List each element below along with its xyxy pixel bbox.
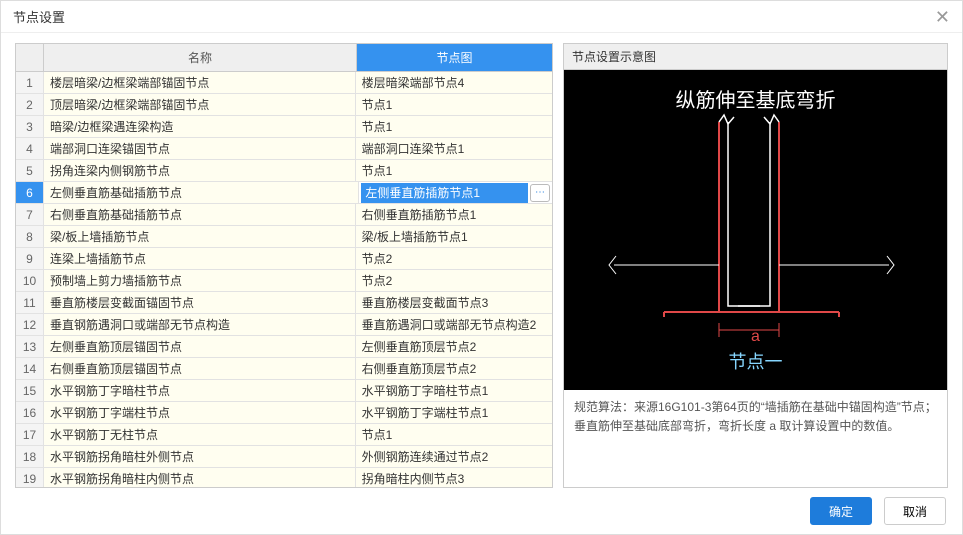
row-num: 16 bbox=[16, 402, 44, 423]
row-figure[interactable]: 节点1 bbox=[356, 94, 552, 115]
preview-canvas: 纵筋伸至基底弯折 a 节点一 bbox=[564, 70, 947, 390]
row-num: 4 bbox=[16, 138, 44, 159]
row-num: 18 bbox=[16, 446, 44, 467]
row-figure[interactable]: 右侧垂直筋顶层节点2 bbox=[356, 358, 552, 379]
row-name: 水平钢筋丁字暗柱节点 bbox=[44, 380, 356, 401]
row-name: 水平钢筋丁无柱节点 bbox=[44, 424, 356, 445]
row-figure[interactable]: 节点1 bbox=[356, 116, 552, 137]
table-row[interactable]: 9连梁上墙插筋节点节点2 bbox=[16, 248, 552, 270]
row-num: 7 bbox=[16, 204, 44, 225]
table-row[interactable]: 10预制墙上剪力墙插筋节点节点2 bbox=[16, 270, 552, 292]
header-figure[interactable]: 节点图 bbox=[357, 44, 552, 71]
row-figure[interactable]: 端部洞口连梁节点1 bbox=[356, 138, 552, 159]
node-settings-dialog: 节点设置 ✕ 名称 节点图 1楼层暗梁/边框梁端部锚固节点楼层暗梁端部节点42顶… bbox=[0, 0, 963, 535]
row-num: 19 bbox=[16, 468, 44, 487]
table-row[interactable]: 1楼层暗梁/边框梁端部锚固节点楼层暗梁端部节点4 bbox=[16, 72, 552, 94]
close-icon[interactable]: ✕ bbox=[935, 8, 950, 26]
dialog-body: 名称 节点图 1楼层暗梁/边框梁端部锚固节点楼层暗梁端部节点42顶层暗梁/边框梁… bbox=[1, 33, 962, 488]
header-num bbox=[16, 44, 44, 71]
row-figure[interactable]: 水平钢筋丁字暗柱节点1 bbox=[356, 380, 552, 401]
row-name: 楼层暗梁/边框梁端部锚固节点 bbox=[44, 72, 356, 93]
table-row[interactable]: 16水平钢筋丁字端柱节点水平钢筋丁字端柱节点1 bbox=[16, 402, 552, 424]
row-num: 9 bbox=[16, 248, 44, 269]
node-label: 节点一 bbox=[564, 348, 947, 374]
row-figure[interactable]: 拐角暗柱内侧节点3 bbox=[356, 468, 552, 487]
table-row[interactable]: 19水平钢筋拐角暗柱内侧节点拐角暗柱内侧节点3 bbox=[16, 468, 552, 487]
row-name: 左侧垂直筋基础插筋节点 bbox=[44, 182, 359, 203]
row-num: 10 bbox=[16, 270, 44, 291]
row-name: 端部洞口连梁锚固节点 bbox=[44, 138, 356, 159]
row-num: 15 bbox=[16, 380, 44, 401]
table-row[interactable]: 12垂直钢筋遇洞口或端部无节点构造垂直筋遇洞口或端部无节点构造2 bbox=[16, 314, 552, 336]
row-num: 6 bbox=[16, 182, 44, 203]
figure-edit-cell[interactable]: 左侧垂直筋插筋节点1 bbox=[361, 183, 528, 203]
row-figure[interactable]: 节点2 bbox=[356, 270, 552, 291]
table-row[interactable]: 3暗梁/边框梁遇连梁构造节点1 bbox=[16, 116, 552, 138]
ellipsis-icon[interactable]: ⋯ bbox=[530, 184, 550, 202]
row-figure[interactable]: 梁/板上墙插筋节点1 bbox=[356, 226, 552, 247]
row-name: 拐角连梁内侧钢筋节点 bbox=[44, 160, 356, 181]
grid-header: 名称 节点图 bbox=[16, 44, 552, 72]
dialog-footer: 确定 取消 bbox=[1, 488, 962, 534]
row-figure[interactable]: 节点1 bbox=[356, 424, 552, 445]
table-row[interactable]: 14右侧垂直筋顶层锚固节点右侧垂直筋顶层节点2 bbox=[16, 358, 552, 380]
row-name: 右侧垂直筋顶层锚固节点 bbox=[44, 358, 356, 379]
table-row[interactable]: 7右侧垂直筋基础插筋节点右侧垂直筋插筋节点1 bbox=[16, 204, 552, 226]
row-num: 11 bbox=[16, 292, 44, 313]
row-figure[interactable]: 垂直筋遇洞口或端部无节点构造2 bbox=[356, 314, 552, 335]
row-figure[interactable]: 水平钢筋丁字端柱节点1 bbox=[356, 402, 552, 423]
header-name[interactable]: 名称 bbox=[44, 44, 357, 71]
title-bar: 节点设置 ✕ bbox=[1, 1, 962, 33]
table-row[interactable]: 5拐角连梁内侧钢筋节点节点1 bbox=[16, 160, 552, 182]
dialog-title: 节点设置 bbox=[13, 7, 65, 26]
row-num: 1 bbox=[16, 72, 44, 93]
grid-panel: 名称 节点图 1楼层暗梁/边框梁端部锚固节点楼层暗梁端部节点42顶层暗梁/边框梁… bbox=[15, 43, 553, 488]
row-name: 顶层暗梁/边框梁端部锚固节点 bbox=[44, 94, 356, 115]
row-name: 右侧垂直筋基础插筋节点 bbox=[44, 204, 356, 225]
table-row[interactable]: 6左侧垂直筋基础插筋节点左侧垂直筋插筋节点1⋯ bbox=[16, 182, 552, 204]
row-name: 预制墙上剪力墙插筋节点 bbox=[44, 270, 356, 291]
row-figure[interactable]: 右侧垂直筋插筋节点1 bbox=[356, 204, 552, 225]
row-name: 连梁上墙插筋节点 bbox=[44, 248, 356, 269]
cancel-button[interactable]: 取消 bbox=[884, 497, 946, 525]
row-num: 12 bbox=[16, 314, 44, 335]
grid-body[interactable]: 1楼层暗梁/边框梁端部锚固节点楼层暗梁端部节点42顶层暗梁/边框梁端部锚固节点节… bbox=[16, 72, 552, 487]
table-row[interactable]: 13左侧垂直筋顶层锚固节点左侧垂直筋顶层节点2 bbox=[16, 336, 552, 358]
table-row[interactable]: 17水平钢筋丁无柱节点节点1 bbox=[16, 424, 552, 446]
row-name: 水平钢筋拐角暗柱外侧节点 bbox=[44, 446, 356, 467]
preview-top-text: 纵筋伸至基底弯折 bbox=[564, 84, 947, 113]
row-num: 13 bbox=[16, 336, 44, 357]
table-row[interactable]: 8梁/板上墙插筋节点梁/板上墙插筋节点1 bbox=[16, 226, 552, 248]
row-figure[interactable]: 节点2 bbox=[356, 248, 552, 269]
row-name: 垂直筋楼层变截面锚固节点 bbox=[44, 292, 356, 313]
row-name: 暗梁/边框梁遇连梁构造 bbox=[44, 116, 356, 137]
table-row[interactable]: 18水平钢筋拐角暗柱外侧节点外侧钢筋连续通过节点2 bbox=[16, 446, 552, 468]
dim-a-label: a bbox=[564, 328, 947, 346]
table-row[interactable]: 2顶层暗梁/边框梁端部锚固节点节点1 bbox=[16, 94, 552, 116]
row-num: 5 bbox=[16, 160, 44, 181]
preview-title: 节点设置示意图 bbox=[564, 44, 947, 70]
row-num: 17 bbox=[16, 424, 44, 445]
ok-button[interactable]: 确定 bbox=[810, 497, 872, 525]
table-row[interactable]: 4端部洞口连梁锚固节点端部洞口连梁节点1 bbox=[16, 138, 552, 160]
preview-desc: 规范算法：来源16G101-3第64页的“墙插筋在基础中锚固构造”节点；垂直筋伸… bbox=[564, 390, 947, 444]
table-row[interactable]: 11垂直筋楼层变截面锚固节点垂直筋楼层变截面节点3 bbox=[16, 292, 552, 314]
row-num: 3 bbox=[16, 116, 44, 137]
row-name: 垂直钢筋遇洞口或端部无节点构造 bbox=[44, 314, 356, 335]
table-row[interactable]: 15水平钢筋丁字暗柱节点水平钢筋丁字暗柱节点1 bbox=[16, 380, 552, 402]
row-name: 水平钢筋拐角暗柱内侧节点 bbox=[44, 468, 356, 487]
row-name: 左侧垂直筋顶层锚固节点 bbox=[44, 336, 356, 357]
row-figure[interactable]: 外侧钢筋连续通过节点2 bbox=[356, 446, 552, 467]
row-figure[interactable]: 左侧垂直筋顶层节点2 bbox=[356, 336, 552, 357]
row-figure[interactable]: 楼层暗梁端部节点4 bbox=[356, 72, 552, 93]
row-figure[interactable]: 节点1 bbox=[356, 160, 552, 181]
row-figure[interactable]: 垂直筋楼层变截面节点3 bbox=[356, 292, 552, 313]
preview-panel: 节点设置示意图 bbox=[563, 43, 948, 488]
row-num: 8 bbox=[16, 226, 44, 247]
row-figure[interactable]: 左侧垂直筋插筋节点1⋯ bbox=[359, 182, 552, 203]
row-name: 水平钢筋丁字端柱节点 bbox=[44, 402, 356, 423]
row-name: 梁/板上墙插筋节点 bbox=[44, 226, 356, 247]
row-num: 2 bbox=[16, 94, 44, 115]
row-num: 14 bbox=[16, 358, 44, 379]
